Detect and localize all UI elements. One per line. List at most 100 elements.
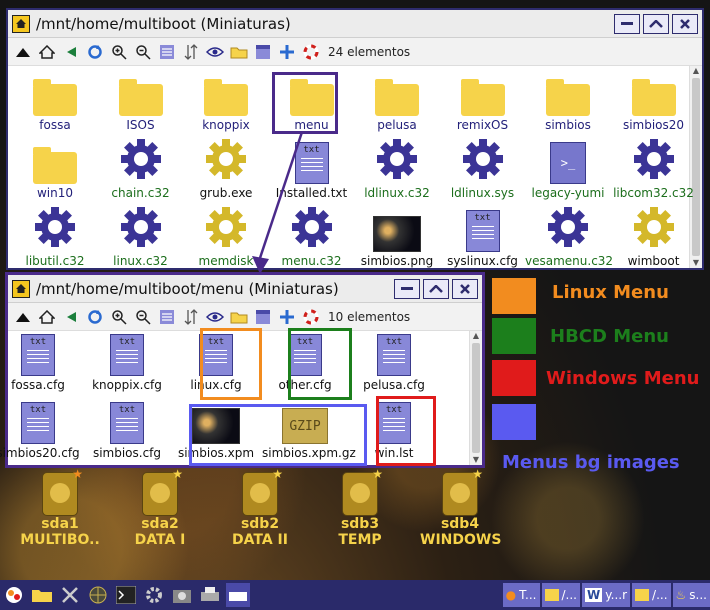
sort-icon[interactable] [180,41,202,63]
folder-icon[interactable] [30,583,54,607]
help-lifebuoy-icon[interactable] [300,306,322,328]
show-hidden-eye-icon[interactable] [204,306,226,328]
gear-icon [120,138,162,184]
hard-drive-icon: ★ [442,467,483,516]
file-item[interactable]: txt syslinux.cfg [440,210,526,268]
window-switch-icon[interactable] [226,583,250,607]
new-window-icon[interactable] [252,41,274,63]
screenshot-icon[interactable] [170,583,194,607]
back-icon[interactable] [60,41,82,63]
file-item[interactable]: txt knoppix.cfg [84,334,170,392]
file-manager-window-menu[interactable]: /mnt/home/multiboot/menu (Miniaturas) 10… [0,272,485,468]
help-lifebuoy-icon[interactable] [300,41,322,63]
drive-icon-sdb3[interactable]: ★ sdb3 TEMP [320,467,400,548]
file-item[interactable]: GZIP simbios.xpm.gz [262,402,356,460]
home-icon[interactable] [36,41,58,63]
drive-label: DATA I [134,532,186,548]
file-item[interactable]: txt simbios.cfg [84,402,170,460]
home-icon[interactable] [36,306,58,328]
drive-icon-sdb4[interactable]: ★ sdb4 WINDOWS [420,467,501,548]
close-button[interactable] [452,278,478,299]
zoom-out-icon[interactable] [132,41,154,63]
drive-icon-sdb2[interactable]: ★ sdb2 DATA II [220,467,300,548]
file-item[interactable]: fossa [12,74,98,132]
scroll-up-arrow-icon[interactable]: ▲ [470,331,482,341]
zoom-out-icon[interactable] [132,306,154,328]
file-item[interactable]: txt other.cfg [262,334,348,392]
sort-icon[interactable] [180,306,202,328]
refresh-icon[interactable] [84,306,106,328]
file-item[interactable]: chain.c32 [98,139,184,200]
file-item[interactable]: menu [269,74,355,132]
hard-drive-icon: ★ [342,467,383,516]
close-button[interactable] [672,13,698,34]
settings-gear-icon[interactable] [142,583,166,607]
scrollbar[interactable]: ▲ ▼ [469,331,482,465]
file-item[interactable]: txt pelusa.cfg [351,334,437,392]
file-item[interactable]: ISOS [98,74,184,132]
minimize-button[interactable] [394,278,420,299]
back-icon[interactable] [60,306,82,328]
file-item[interactable]: wimboot [611,207,697,268]
file-item[interactable]: simbios [525,74,611,132]
task-browser[interactable]: ● T... [502,583,540,607]
new-window-icon[interactable] [252,306,274,328]
file-item[interactable]: linux.c32 [98,207,184,268]
file-item[interactable]: ldlinux.c32 [354,139,440,200]
file-item[interactable]: vesamenu.c32 [525,207,613,268]
file-item[interactable]: pelusa [354,74,440,132]
drive-icon-sda2[interactable]: ★ sda2 DATA I [120,467,200,548]
file-item[interactable]: libcom32.c32 [611,139,697,200]
title-bar[interactable]: /mnt/home/multiboot (Miniaturas) [8,10,702,38]
file-item[interactable]: simbios.png [354,210,440,268]
open-folder-icon[interactable] [228,306,250,328]
view-list-icon[interactable] [156,306,178,328]
file-item[interactable]: txt linux.cfg [173,334,259,392]
globe-icon[interactable] [86,583,110,607]
file-item[interactable]: remixOS [440,74,526,132]
add-icon[interactable] [276,41,298,63]
file-item[interactable]: win10 [12,142,98,200]
gear-icon [205,206,247,252]
file-label: syslinux.cfg [447,254,518,268]
window-title: /mnt/home/multiboot (Miniaturas) [36,14,291,33]
refresh-icon[interactable] [84,41,106,63]
maximize-button[interactable] [423,278,449,299]
folder-icon [204,79,248,116]
view-list-icon[interactable] [156,41,178,63]
scrollbar-thumb[interactable] [472,343,480,453]
terminal-icon[interactable] [114,583,138,607]
folder-icon [631,79,676,116]
file-item[interactable]: txt fossa.cfg [0,334,81,392]
task-file-manager[interactable]: /... [541,583,580,607]
file-item[interactable]: libutil.c32 [12,207,98,268]
maximize-button[interactable] [643,13,669,34]
drive-icon-sda1[interactable]: ★ sda1 MULTIBO.. [20,467,100,548]
file-item[interactable]: simbios.xpm [173,402,259,460]
zoom-in-icon[interactable] [108,41,130,63]
file-item[interactable]: simbios20 [611,74,697,132]
title-bar[interactable]: /mnt/home/multiboot/menu (Miniaturas) [8,275,482,303]
minimize-button[interactable] [614,13,640,34]
file-item[interactable]: ldlinux.sys [440,139,526,200]
printer-icon[interactable] [198,583,222,607]
show-hidden-eye-icon[interactable] [204,41,226,63]
home-folder-icon [544,589,559,601]
open-folder-icon[interactable] [228,41,250,63]
file-item[interactable]: >_ legacy-yumi [525,142,611,200]
zoom-in-icon[interactable] [108,306,130,328]
add-icon[interactable] [276,306,298,328]
task-file-manager-2[interactable]: /... [632,583,671,607]
up-arrow-icon[interactable] [12,41,34,63]
file-manager-window-multiboot[interactable]: /mnt/home/multiboot (Miniaturas) 24 elem… [6,8,704,270]
task-writer[interactable]: Wy...r [582,583,631,607]
start-menu-icon[interactable] [2,583,26,607]
file-item[interactable]: txt simbios20.cfg [0,402,81,460]
file-item[interactable]: knoppix [183,74,269,132]
folder-icon [289,79,334,116]
up-arrow-icon[interactable] [12,306,34,328]
task-lamp[interactable]: ♨ s... [672,583,710,607]
file-item[interactable]: txt win.lst [351,402,437,460]
scroll-down-arrow-icon[interactable]: ▼ [470,455,482,465]
tools-icon[interactable] [58,583,82,607]
